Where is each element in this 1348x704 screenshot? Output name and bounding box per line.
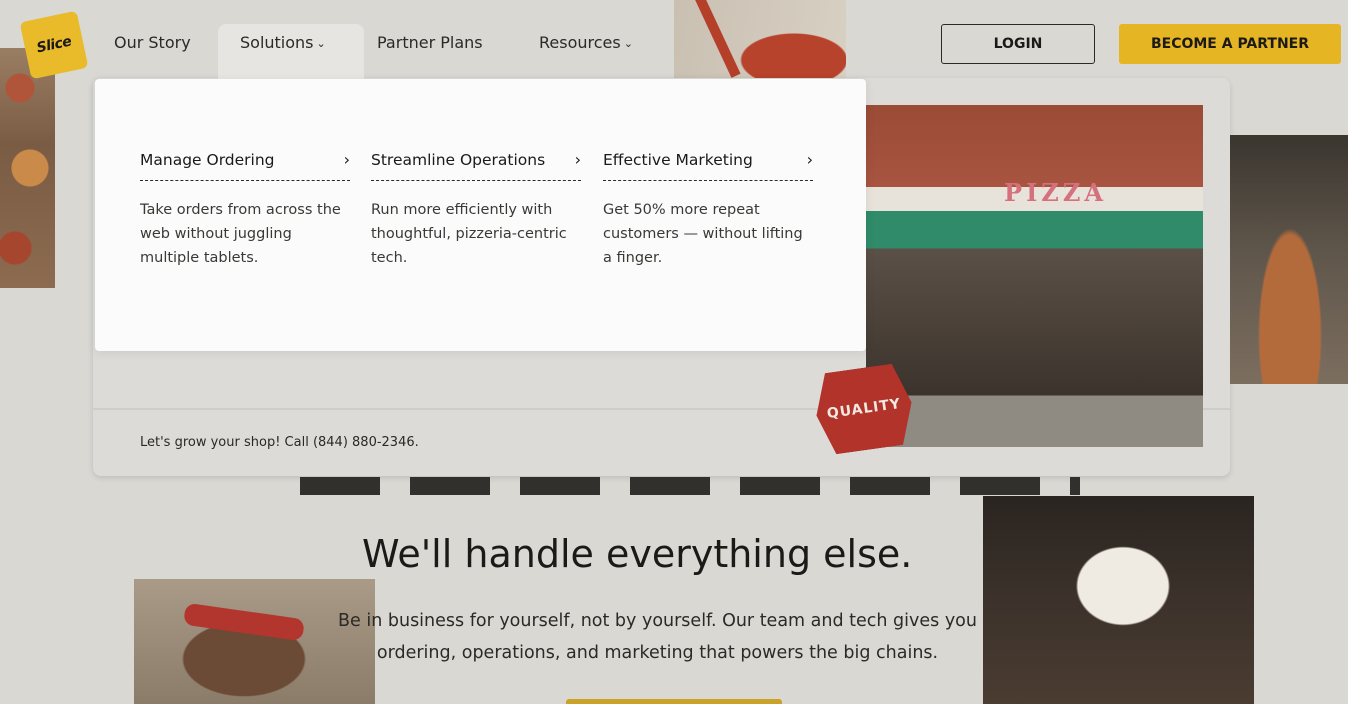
kitchen-photo [1230, 135, 1348, 384]
chevron-right-icon: › [343, 150, 350, 169]
nav-partner-plans[interactable]: Partner Plans [377, 33, 483, 52]
chevron-down-icon: ⌄ [316, 37, 326, 50]
hero-headline: We'll handle everything else. [362, 532, 913, 576]
login-button[interactable]: LOGIN [941, 24, 1095, 64]
nav-solutions[interactable]: Solutions ⌄ [240, 33, 326, 52]
sauce-pizza-photo [674, 0, 846, 78]
dough-toss-photo [983, 496, 1254, 704]
menu-item-header[interactable]: Streamline Operations › [371, 143, 581, 181]
hero-cta-button[interactable] [566, 699, 782, 704]
nav-our-story-label: Our Story [114, 33, 191, 52]
hero-contact-text: Let's grow your shop! Call (844) 880-234… [140, 435, 419, 450]
nav-solutions-label: Solutions [240, 33, 314, 52]
hero-subcopy: Be in business for yourself, not by your… [338, 611, 977, 663]
storefront-sign: PIZZA [1004, 177, 1107, 207]
pizza-display-photo [0, 48, 55, 288]
menu-item-description: Get 50% more repeat customers — without … [603, 202, 803, 266]
nav-resources-label: Resources [539, 33, 621, 52]
menu-item-description: Take orders from across the web without … [140, 202, 341, 266]
nav-our-story[interactable]: Our Story [114, 33, 191, 52]
become-partner-button[interactable]: BECOME A PARTNER [1119, 24, 1341, 64]
menu-item-streamline-operations[interactable]: Streamline Operations › Run more efficie… [371, 143, 581, 270]
nav-resources[interactable]: Resources ⌄ [539, 33, 633, 52]
menu-item-description: Run more efficiently with thoughtful, pi… [371, 202, 567, 266]
logo-text: Slice [35, 33, 73, 57]
chevron-right-icon: › [574, 150, 581, 169]
pizzeria-storefront-photo [866, 105, 1203, 447]
chevron-right-icon: › [806, 150, 813, 169]
menu-item-effective-marketing[interactable]: Effective Marketing › Get 50% more repea… [603, 143, 813, 270]
menu-item-title: Manage Ordering [140, 150, 275, 169]
menu-item-header[interactable]: Effective Marketing › [603, 143, 813, 181]
menu-item-manage-ordering[interactable]: Manage Ordering › Take orders from acros… [140, 143, 350, 270]
solutions-dropdown-menu: Manage Ordering › Take orders from acros… [95, 79, 866, 351]
hero-large-type [300, 455, 1080, 495]
menu-item-title: Effective Marketing [603, 150, 753, 169]
chevron-down-icon: ⌄ [623, 37, 633, 50]
nav-partner-plans-label: Partner Plans [377, 33, 483, 52]
slice-logo[interactable]: Slice [19, 10, 89, 80]
menu-item-header[interactable]: Manage Ordering › [140, 143, 350, 181]
menu-item-title: Streamline Operations [371, 150, 546, 169]
